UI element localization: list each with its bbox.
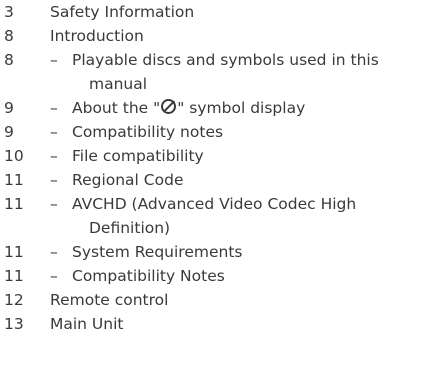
toc-title-before-symbol: About the " [72,99,161,117]
toc-entry-title: File compatibility [72,147,204,165]
toc-entry-title: Introduction [50,27,144,45]
toc-page-number: 3 [4,3,14,21]
toc-page-number: 11 [4,243,24,261]
toc-entry-title-continuation: manual [89,75,148,93]
toc-entry-title: Regional Code [72,171,184,189]
toc-page-number: 12 [4,291,24,309]
toc-dash: – [50,171,58,189]
toc-entry-title: Compatibility Notes [72,267,225,285]
toc-page-number: 11 [4,195,24,213]
toc-page-number: 9 [4,123,14,141]
prohibited-circle-icon [161,99,177,114]
toc-dash: – [50,267,58,285]
toc-title-after-symbol: " symbol display [177,99,306,117]
toc-page-number: 11 [4,171,24,189]
toc-page-number: 11 [4,267,24,285]
toc-page-number: 8 [4,27,14,45]
toc-entry-title: Playable discs and symbols used in this [72,51,379,69]
toc-entry-title: Compatibility notes [72,123,224,141]
toc-entry-title: System Requirements [72,243,243,261]
toc-page-number: 9 [4,99,14,117]
toc-dash: – [50,243,58,261]
toc-entry-title-continuation: Definition) [89,219,171,237]
toc-entry-title: Safety Information [50,3,195,21]
toc-page-number: 13 [4,315,24,333]
toc-dash: – [50,195,58,213]
toc-entry-title: Remote control [50,291,169,309]
toc-dash: – [50,99,58,117]
toc-entry-title: About the " " symbol display [72,96,305,120]
toc-dash: – [50,147,58,165]
toc-entry-title: AVCHD (Advanced Video Codec High [72,195,357,213]
toc-dash: – [50,123,58,141]
toc-page-number: 8 [4,51,14,69]
toc-entry-title: Main Unit [50,315,124,333]
toc-dash: – [50,51,58,69]
toc-page-number: 10 [4,147,24,165]
